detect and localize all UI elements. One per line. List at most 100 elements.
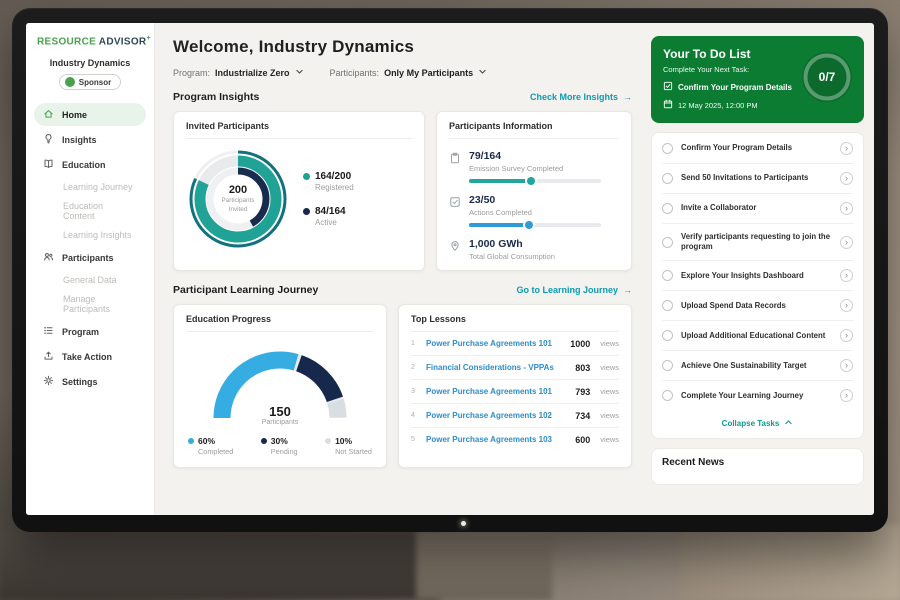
- gauge-legend: 60% Completed 30% Pending 10% Not Starte…: [186, 436, 374, 458]
- chevron-right-icon[interactable]: ›: [840, 172, 853, 185]
- task-checkbox[interactable]: [662, 300, 673, 311]
- chevron-right-icon[interactable]: ›: [840, 329, 853, 342]
- stat-global-consumption: 1,000 GWh Total Global Consumption: [449, 238, 619, 261]
- section-title-program-insights: Program Insights: [173, 91, 259, 103]
- organization-name: Industry Dynamics: [34, 58, 146, 68]
- lesson-link[interactable]: Power Purchase Agreements 103: [426, 435, 568, 444]
- gear-icon: [43, 375, 54, 388]
- lesson-link[interactable]: Power Purchase Agreements 101: [426, 339, 563, 348]
- sidebar-item-general-data[interactable]: General Data: [34, 271, 146, 289]
- sidebar-item-label: Settings: [62, 377, 98, 387]
- lesson-link[interactable]: Power Purchase Agreements 102: [426, 411, 568, 420]
- legend-label: Active: [315, 218, 354, 227]
- collapse-tasks-label: Collapse Tasks: [722, 419, 780, 428]
- brand-logo: RESOURCE ADVISOR+: [34, 35, 146, 47]
- sidebar-item-manage-participants[interactable]: Manage Participants: [34, 290, 146, 318]
- stat-label: Emission Survey Completed: [469, 164, 601, 173]
- lesson-link[interactable]: Financial Considerations - VPPAs: [426, 363, 568, 372]
- chevron-right-icon[interactable]: ›: [840, 359, 853, 372]
- sidebar-item-education-content[interactable]: Education Content: [34, 197, 146, 225]
- emission-progress-bar: [469, 179, 601, 183]
- task-label: Confirm Your Program Details: [681, 143, 832, 153]
- sidebar-item-label: Insights: [62, 135, 97, 145]
- sidebar-item-settings[interactable]: Settings: [34, 370, 146, 393]
- program-insights-cards: Invited Participants: [173, 111, 632, 271]
- sidebar-item-home[interactable]: Home: [34, 103, 146, 126]
- arrow-right-icon: →: [623, 285, 632, 295]
- chevron-right-icon[interactable]: ›: [840, 299, 853, 312]
- task-label: Send 50 Invitations to Participants: [681, 173, 832, 183]
- home-icon: [43, 108, 54, 121]
- stat-label: Actions Completed: [469, 208, 601, 217]
- sidebar-item-label: Education: [62, 160, 106, 170]
- clipboard-check-icon: [663, 81, 673, 93]
- task-row[interactable]: Upload Spend Data Records ›: [662, 291, 853, 321]
- lesson-views: 734: [575, 411, 590, 421]
- lesson-link[interactable]: Power Purchase Agreements 101: [426, 387, 568, 396]
- task-row[interactable]: Send 50 Invitations to Participants ›: [662, 164, 853, 194]
- chevron-right-icon[interactable]: ›: [840, 202, 853, 215]
- go-to-learning-journey-link[interactable]: Go to Learning Journey →: [516, 285, 632, 295]
- participants-filter-label: Participants:: [330, 68, 380, 78]
- chevron-right-icon[interactable]: ›: [840, 389, 853, 402]
- collapse-tasks-link[interactable]: Collapse Tasks: [662, 410, 853, 438]
- sidebar-item-education[interactable]: Education: [34, 153, 146, 176]
- task-label: Upload Spend Data Records: [681, 301, 832, 311]
- gauge-center-value: 150: [205, 404, 355, 419]
- sidebar-item-label: Take Action: [62, 352, 112, 362]
- task-checkbox[interactable]: [662, 173, 673, 184]
- filter-bar: Program: Industrialize Zero Participants…: [173, 67, 632, 78]
- check-more-insights-link[interactable]: Check More Insights →: [530, 92, 632, 102]
- education-gauge-chart: 150 Participants: [205, 344, 355, 424]
- task-row[interactable]: Explore Your Insights Dashboard ›: [662, 261, 853, 291]
- task-checkbox[interactable]: [662, 203, 673, 214]
- legend-dot: [188, 438, 194, 444]
- task-row[interactable]: Confirm Your Program Details ›: [662, 134, 853, 164]
- education-progress-card: Education Progress 150 Participants: [173, 304, 387, 468]
- progress-fill: [469, 179, 532, 183]
- task-checkbox[interactable]: [662, 330, 673, 341]
- lesson-views: 1000: [570, 339, 590, 349]
- sidebar-item-participants[interactable]: Participants: [34, 246, 146, 269]
- todo-progress-ring: 0/7: [800, 50, 854, 104]
- power-led-icon: [461, 521, 466, 526]
- task-checkbox[interactable]: [662, 270, 673, 281]
- sidebar-item-take-action[interactable]: Take Action: [34, 345, 146, 368]
- gauge-center-label: Participants: [205, 419, 355, 426]
- sponsor-badge-label: Sponsor: [79, 78, 111, 87]
- task-checkbox[interactable]: [662, 237, 673, 248]
- task-row[interactable]: Achieve One Sustainability Target ›: [662, 351, 853, 381]
- clipboard-icon: [449, 151, 461, 183]
- chevron-right-icon[interactable]: ›: [840, 142, 853, 155]
- participants-filter-dropdown[interactable]: Participants: Only My Participants: [330, 67, 488, 78]
- lesson-row: 1 Power Purchase Agreements 101 1000 vie…: [411, 332, 619, 356]
- todo-due-date: 12 May 2025, 12:00 PM: [663, 99, 794, 111]
- task-row[interactable]: Upload Additional Educational Content ›: [662, 321, 853, 351]
- task-checkbox[interactable]: [662, 390, 673, 401]
- sidebar-item-learning-journey[interactable]: Learning Journey: [34, 178, 146, 196]
- task-checkbox[interactable]: [662, 143, 673, 154]
- task-label: Upload Additional Educational Content: [681, 331, 832, 341]
- stat-emission-survey: 79/164 Emission Survey Completed: [449, 150, 619, 183]
- stat-label: Total Global Consumption: [469, 252, 555, 261]
- sidebar-item-learning-insights[interactable]: Learning Insights: [34, 226, 146, 244]
- task-checkbox[interactable]: [662, 360, 673, 371]
- lesson-views-unit: views: [600, 387, 619, 396]
- card-title: Top Lessons: [411, 314, 619, 332]
- chevron-right-icon[interactable]: ›: [840, 269, 853, 282]
- task-row[interactable]: Complete Your Learning Journey ›: [662, 381, 853, 410]
- chevron-right-icon[interactable]: ›: [840, 236, 853, 249]
- todo-title: Your To Do List: [663, 47, 794, 61]
- todo-next-task[interactable]: Confirm Your Program Details: [663, 81, 794, 93]
- invited-donut-chart: 200 Participants Invited: [186, 147, 290, 251]
- todo-summary-card: Your To Do List Complete Your Next Task:…: [651, 36, 864, 123]
- sponsor-logo-icon: [65, 77, 75, 87]
- sidebar: RESOURCE ADVISOR+ Industry Dynamics Spon…: [26, 23, 155, 515]
- task-row[interactable]: Verify participants requesting to join t…: [662, 224, 853, 261]
- task-row[interactable]: Invite a Collaborator ›: [662, 194, 853, 224]
- sidebar-item-program[interactable]: Program: [34, 320, 146, 343]
- program-filter-dropdown[interactable]: Program: Industrialize Zero: [173, 67, 304, 78]
- sidebar-item-insights[interactable]: Insights: [34, 128, 146, 151]
- lesson-row: 2 Financial Considerations - VPPAs 803 v…: [411, 356, 619, 380]
- lesson-rank: 3: [411, 388, 419, 395]
